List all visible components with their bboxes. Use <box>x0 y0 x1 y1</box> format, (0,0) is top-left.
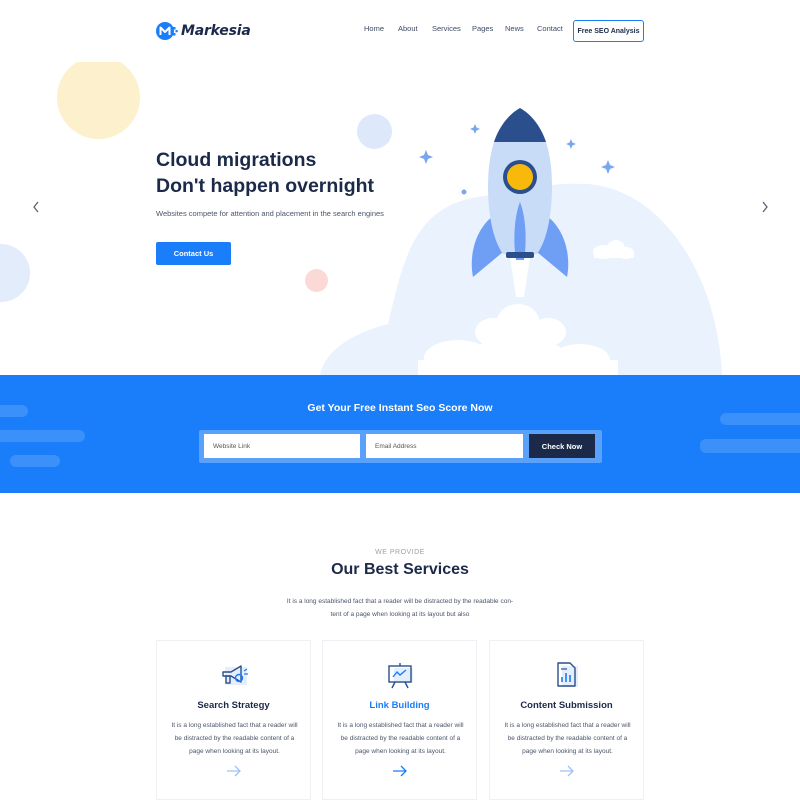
rocket-illustration <box>320 108 722 375</box>
email-address-input[interactable]: Email Address <box>366 434 523 458</box>
services-title: Our Best Services <box>331 561 469 578</box>
service-card-text-line: be distracted by the readable content of… <box>507 735 628 742</box>
services-description: It is a long established fact that a rea… <box>280 596 520 621</box>
site-header: Markesia Home About Services Pages News … <box>0 0 800 62</box>
service-card-text-line: page when looking at its layout. <box>355 748 446 755</box>
nav-item-home[interactable]: Home <box>364 24 398 33</box>
service-card-title[interactable]: Search Strategy <box>157 700 310 711</box>
logo-m-icon <box>156 21 178 41</box>
hero-subtitle: Websites compete for attention and place… <box>156 209 384 218</box>
service-card-content-submission: Content Submission It is a long establis… <box>489 640 644 800</box>
services-description-line1: It is a long established fact that a rea… <box>286 598 514 605</box>
decor-cloud <box>10 455 60 467</box>
slider-prev-button[interactable] <box>29 199 43 215</box>
services-eyebrow: WE PROVIDE <box>375 549 425 556</box>
services-description-line2: tent of a page when looking at its layou… <box>330 610 470 618</box>
document-chart-icon <box>557 662 578 687</box>
service-card-text-line: page when looking at its layout. <box>189 748 280 755</box>
service-card-text-line: It is a long established fact that a rea… <box>337 722 464 729</box>
service-card-link-building: Link Building It is a long established f… <box>322 640 477 800</box>
service-card-title[interactable]: Content Submission <box>490 700 643 711</box>
arrow-right-icon[interactable] <box>392 765 408 777</box>
decor-yellow-circle <box>57 62 140 139</box>
service-card-text-line: page when looking at its layout. <box>522 748 613 755</box>
nav-item-services[interactable]: Services <box>432 24 472 33</box>
seo-form: Website Link Email Address Check Now <box>199 430 602 463</box>
nav-item-news[interactable]: News <box>505 24 537 33</box>
decor-cloud <box>700 439 800 453</box>
service-card-text-line: It is a long established fact that a rea… <box>504 722 631 729</box>
hero-title-line2: Don't happen overnight <box>156 174 375 197</box>
main-nav: Home About Services Pages News Contact <box>364 24 567 33</box>
nav-item-about[interactable]: About <box>398 24 432 33</box>
service-card-text: It is a long established fact that a rea… <box>500 719 635 758</box>
decor-blue-circle-left <box>0 244 30 302</box>
service-card-search-strategy: Search Strategy It is a long established… <box>156 640 311 800</box>
logo[interactable]: Markesia <box>156 21 251 41</box>
service-card-text: It is a long established fact that a rea… <box>167 719 302 758</box>
nav-item-contact[interactable]: Contact <box>537 24 567 33</box>
slider-next-button[interactable] <box>758 199 772 215</box>
service-card-text-line: be distracted by the readable content of… <box>174 735 295 742</box>
service-card-text-line: It is a long established fact that a rea… <box>171 722 298 729</box>
arrow-right-icon[interactable] <box>226 765 242 777</box>
nav-item-pages[interactable]: Pages <box>472 24 505 33</box>
chevron-left-icon <box>33 201 39 213</box>
decor-cloud <box>720 413 800 425</box>
service-card-text: It is a long established fact that a rea… <box>333 719 468 758</box>
seo-score-section: Get Your Free Instant Seo Score Now Webs… <box>0 375 800 493</box>
presentation-chart-icon <box>388 663 413 689</box>
free-seo-analysis-button[interactable]: Free SEO Analysis <box>573 20 644 42</box>
hero-title: Cloud migrations Don't happen overnight <box>156 148 374 199</box>
contact-us-button[interactable]: Contact Us <box>156 242 231 265</box>
hero-section: Cloud migrations Don't happen overnight … <box>0 62 800 375</box>
service-card-title[interactable]: Link Building <box>323 700 476 711</box>
arrow-right-icon[interactable] <box>559 765 575 777</box>
seo-title: Get Your Free Instant Seo Score Now <box>307 402 493 414</box>
chevron-right-icon <box>762 201 768 213</box>
hero-title-line1: Cloud migrations <box>156 149 317 171</box>
service-card-text-line: be distracted by the readable content of… <box>340 735 461 742</box>
decor-cloud <box>0 430 85 442</box>
website-link-input[interactable]: Website Link <box>204 434 360 458</box>
logo-text: Markesia <box>181 23 251 39</box>
check-now-button[interactable]: Check Now <box>529 434 595 458</box>
megaphone-icon <box>222 665 248 685</box>
